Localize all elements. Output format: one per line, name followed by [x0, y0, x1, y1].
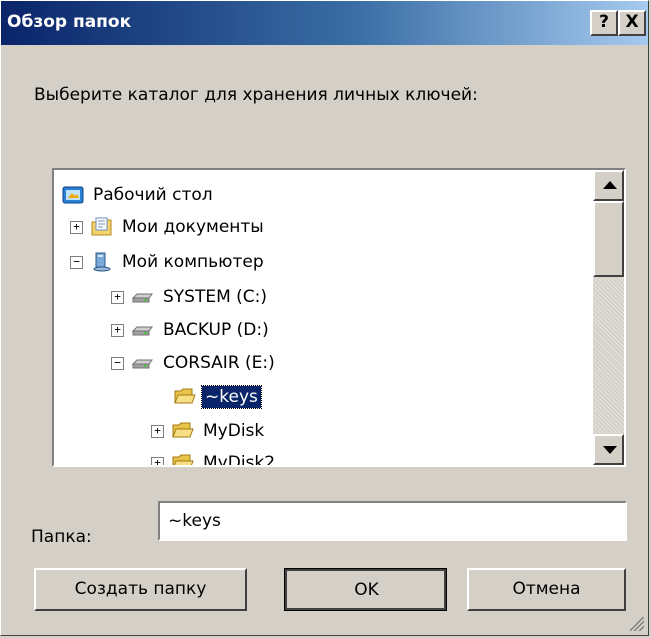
tree-item-label: MyDisk2 [203, 453, 276, 465]
help-button[interactable]: ? [590, 10, 618, 36]
ok-button[interactable]: OK [284, 568, 447, 611]
tree-item-label: Мой компьютер [122, 252, 264, 272]
dialog-title: Обзор папок [7, 12, 132, 32]
create-folder-button[interactable]: Создать папку [34, 568, 247, 611]
drive-icon [131, 287, 154, 307]
folder-tree[interactable]: Рабочий стол + Мои документы − Мой компь… [52, 168, 626, 467]
expand-icon[interactable]: + [111, 290, 124, 304]
folder-icon [172, 453, 194, 465]
tree-item-label: MyDisk [203, 421, 265, 441]
expand-icon[interactable]: + [111, 323, 124, 337]
arrow-down-icon [603, 446, 617, 454]
scroll-down-button[interactable] [593, 434, 624, 465]
tree-item-label: Рабочий стол [93, 185, 213, 205]
tree-item-my-documents[interactable]: + Мои документы [70, 212, 267, 242]
browse-folder-dialog: Обзор папок ? X Выберите каталог для хра… [0, 0, 649, 636]
expand-icon[interactable]: + [151, 456, 164, 465]
close-button[interactable]: X [618, 10, 646, 36]
collapse-icon[interactable]: − [111, 356, 124, 370]
tree-item-label: SYSTEM (C:) [163, 287, 268, 307]
drive-icon [131, 353, 154, 373]
tree-item-desktop[interactable]: Рабочий стол [62, 180, 216, 210]
dialog-prompt: Выберите каталог для хранения личных клю… [34, 85, 478, 105]
ok-button-label: OK [285, 569, 446, 610]
expand-icon[interactable]: + [151, 424, 164, 438]
my-computer-icon [91, 252, 113, 272]
cancel-button[interactable]: Отмена [467, 568, 626, 611]
my-documents-icon [91, 217, 113, 237]
folder-icon [172, 421, 194, 441]
arrow-up-icon [603, 181, 617, 189]
tree-item-my-computer[interactable]: − Мой компьютер [70, 247, 267, 277]
drive-icon [131, 320, 154, 340]
tree-item-label: ~keys [201, 385, 262, 409]
scroll-up-button[interactable] [593, 170, 624, 201]
tree-item-label: Мои документы [122, 217, 264, 237]
tree-item-corsair-drive[interactable]: − CORSAIR (E:) [111, 348, 278, 378]
tree-item-mydisk2-folder[interactable]: + MyDisk2 [151, 448, 278, 465]
folder-label: Папка: [31, 527, 92, 547]
resize-grip-icon[interactable] [630, 617, 644, 631]
expand-icon[interactable]: + [70, 220, 83, 234]
tree-item-keys-folder[interactable]: ~keys [174, 382, 262, 412]
tree-item-label: BACKUP (D:) [163, 320, 269, 340]
open-folder-icon [174, 387, 196, 407]
desktop-icon [62, 185, 84, 205]
tree-item-label: CORSAIR (E:) [163, 353, 275, 373]
folder-input[interactable] [158, 501, 627, 541]
vertical-scrollbar[interactable] [593, 170, 624, 465]
tree-item-system-drive[interactable]: + SYSTEM (C:) [111, 282, 270, 312]
scroll-thumb[interactable] [593, 201, 624, 277]
title-bar[interactable]: Обзор папок ? X [1, 1, 648, 45]
tree-item-mydisk-folder[interactable]: + MyDisk [151, 416, 267, 446]
collapse-icon[interactable]: − [70, 255, 83, 269]
tree-item-backup-drive[interactable]: + BACKUP (D:) [111, 315, 272, 345]
